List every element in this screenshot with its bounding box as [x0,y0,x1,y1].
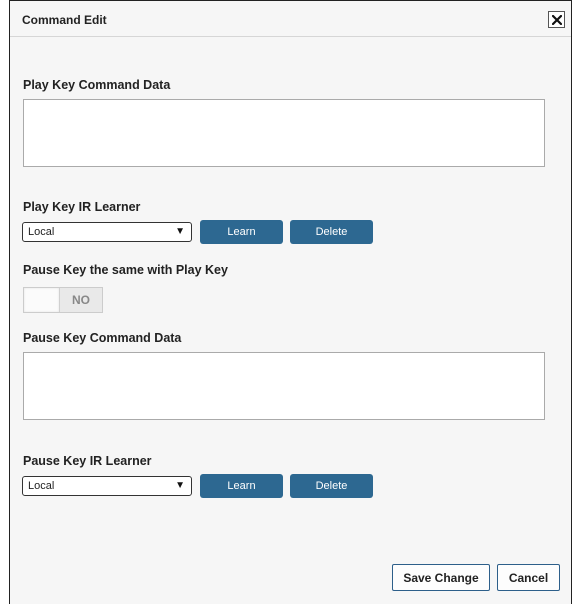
cancel-button[interactable]: Cancel [497,564,560,591]
play-delete-button[interactable]: Delete [290,220,373,244]
dropdown-arrow-icon: ▼ [175,226,185,237]
same-as-play-toggle[interactable]: NO [23,287,103,313]
command-edit-dialog: Command Edit Play Key Command Data Play … [9,0,572,604]
pause-learner-label: Pause Key IR Learner [23,454,152,468]
pause-learn-button[interactable]: Learn [200,474,283,498]
dialog-titlebar: Command Edit [10,1,571,37]
play-learner-selected: Local [28,226,55,238]
same-as-play-label: Pause Key the same with Play Key [23,263,228,277]
play-learner-select[interactable]: Local ▼ [22,222,192,242]
play-learner-label: Play Key IR Learner [23,200,141,214]
dropdown-arrow-icon: ▼ [175,480,185,491]
pause-delete-button[interactable]: Delete [290,474,373,498]
toggle-knob [24,288,60,312]
save-change-button[interactable]: Save Change [392,564,490,591]
pause-learner-select[interactable]: Local ▼ [22,476,192,496]
pause-command-label: Pause Key Command Data [23,331,182,345]
pause-learner-selected: Local [28,480,55,492]
play-command-label: Play Key Command Data [23,78,171,92]
play-command-textarea[interactable] [23,99,545,167]
close-icon [551,14,562,25]
play-learn-button[interactable]: Learn [200,220,283,244]
close-button[interactable] [548,11,565,28]
toggle-state: NO [72,293,90,307]
dialog-title: Command Edit [22,13,107,27]
pause-command-textarea[interactable] [23,352,545,420]
